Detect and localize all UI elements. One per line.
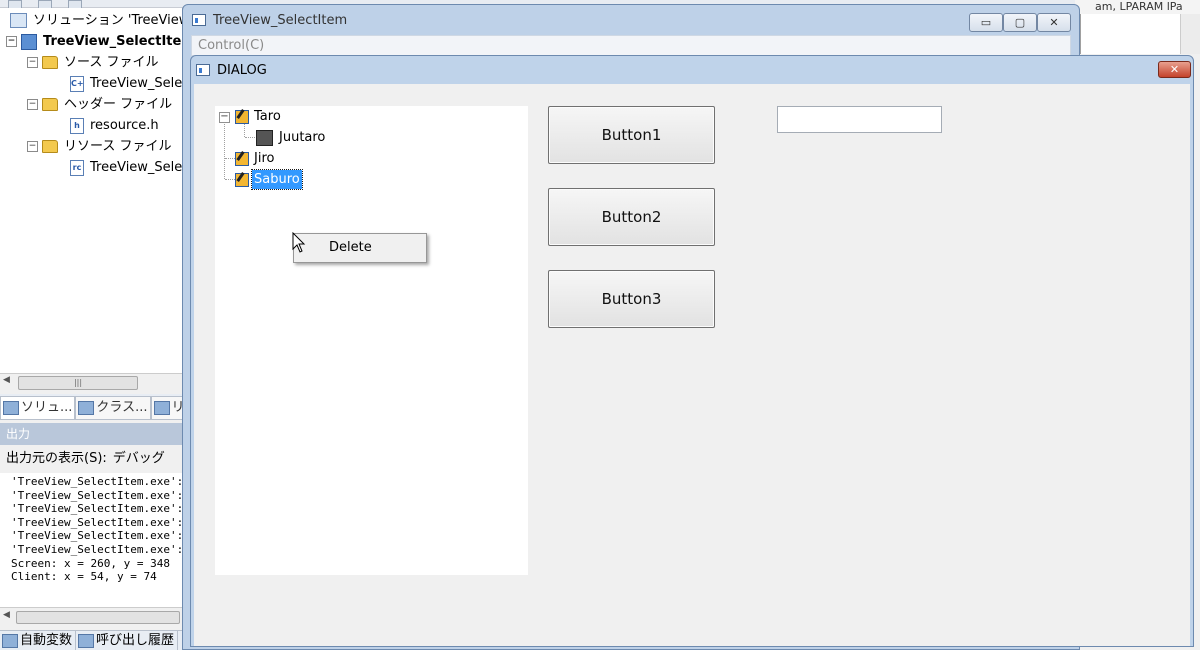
output-line: 'TreeView_SelectItem.exe': bbox=[11, 529, 183, 543]
folder-icon bbox=[42, 98, 58, 111]
button-2[interactable]: Button2 bbox=[548, 188, 715, 246]
output-line: 'TreeView_SelectItem.exe': bbox=[11, 515, 183, 529]
code-editor-header: am, LPARAM lPa bbox=[1075, 0, 1200, 14]
tree-view[interactable]: − Taro Juutaro Jiro Saburo Delete bbox=[215, 106, 528, 575]
output-line: Client: x = 54, y = 74 bbox=[11, 570, 157, 584]
solution-icon bbox=[10, 13, 27, 28]
dialog-window: DIALOG ✕ − Taro Juutaro Jiro Saburo Dele… bbox=[190, 55, 1194, 647]
solution-explorer-tabs: ソリュ...クラス...リ bbox=[0, 394, 183, 420]
tree-connector-line bbox=[225, 179, 235, 180]
pencil-icon bbox=[235, 109, 249, 124]
call-stack-tab-icon bbox=[78, 633, 95, 648]
solution-tab-icon bbox=[3, 400, 19, 415]
resource-file-item[interactable]: rc TreeView_Sele bbox=[70, 158, 182, 178]
resource-tab-icon bbox=[153, 400, 170, 415]
class-tab-icon bbox=[78, 400, 95, 415]
menu-bar: Control(C) bbox=[191, 35, 1071, 56]
scroll-left-icon[interactable]: ◀ bbox=[3, 375, 10, 385]
tab-solution[interactable]: ソリュ... bbox=[0, 396, 76, 419]
tree-item-juutaro[interactable]: Juutaro bbox=[256, 128, 327, 147]
source-file-item[interactable]: C+ TreeView_Sele bbox=[70, 74, 182, 94]
tab-resource-view[interactable]: リ bbox=[150, 396, 183, 419]
output-line: 'TreeView_SelectItem.exe': bbox=[11, 502, 183, 516]
resource-file-icon: rc bbox=[70, 159, 84, 176]
output-source-select[interactable]: デバッグ bbox=[113, 445, 165, 473]
scroll-left-icon[interactable]: ◀ bbox=[3, 610, 10, 620]
menu-control[interactable]: Control(C) bbox=[198, 37, 264, 55]
dialog-client-area: − Taro Juutaro Jiro Saburo Delete Button… bbox=[194, 84, 1190, 646]
tree-item-taro[interactable]: Taro bbox=[235, 107, 283, 126]
output-hscrollbar[interactable]: ◀ bbox=[0, 607, 183, 625]
output-line: 'TreeView_SelectItem.exe': bbox=[11, 475, 183, 488]
solution-explorer-hscrollbar[interactable]: ◀ ||| bbox=[0, 373, 183, 390]
window-icon bbox=[196, 64, 210, 76]
scrollbar-thumb[interactable] bbox=[16, 611, 180, 624]
tree-item-saburo[interactable]: Saburo bbox=[235, 169, 303, 190]
folder-icon bbox=[42, 56, 58, 69]
cpp-file-icon: C+ bbox=[70, 75, 84, 92]
autos-tab-icon bbox=[2, 633, 18, 648]
output-line: 'TreeView_SelectItem.exe': bbox=[11, 542, 183, 556]
output-text[interactable]: 'TreeView_SelectItem.exe': 'TreeView_Sele… bbox=[0, 473, 183, 607]
collapse-icon[interactable]: − bbox=[27, 141, 38, 152]
tab-class-view[interactable]: クラス... bbox=[75, 396, 151, 419]
header-file-icon: h bbox=[70, 117, 84, 134]
collapse-icon[interactable]: − bbox=[219, 112, 230, 123]
output-source-label: 出力元の表示(S): bbox=[6, 451, 107, 466]
code-editor-scrollbar[interactable] bbox=[1180, 14, 1200, 54]
pencil-icon bbox=[235, 172, 249, 187]
scrollbar-thumb[interactable]: ||| bbox=[18, 376, 138, 390]
tree-connector-line bbox=[224, 121, 225, 179]
output-line: Screen: x = 260, y = 348 bbox=[11, 556, 170, 570]
resource-files-folder[interactable]: − リソース ファイル bbox=[27, 137, 171, 157]
pencil-icon bbox=[235, 151, 249, 166]
tab-autos[interactable]: 自動変数 bbox=[0, 631, 77, 650]
output-panel-title: 出力 bbox=[0, 423, 183, 445]
context-menu-delete[interactable]: Delete bbox=[296, 237, 424, 259]
source-files-folder[interactable]: − ソース ファイル bbox=[27, 53, 158, 73]
solution-node[interactable]: ソリューション 'TreeView bbox=[10, 11, 182, 31]
dialog-close-button[interactable]: ✕ bbox=[1158, 61, 1191, 78]
main-window-title: TreeView_SelectItem bbox=[213, 13, 348, 28]
collapse-icon[interactable]: − bbox=[6, 36, 17, 47]
minimize-button[interactable]: ▭ bbox=[969, 13, 1003, 32]
button-3[interactable]: Button3 bbox=[548, 270, 715, 328]
mouse-cursor-icon bbox=[292, 232, 306, 253]
project-icon bbox=[21, 33, 37, 50]
project-node[interactable]: − TreeView_SelectIte bbox=[6, 32, 181, 52]
text-input[interactable] bbox=[777, 106, 942, 133]
output-line: 'TreeView_SelectItem.exe': bbox=[11, 488, 183, 502]
debug-tabs: 自動変数 呼び出し履歴 bbox=[0, 630, 200, 650]
tree-connector-line bbox=[225, 158, 235, 159]
header-file-item[interactable]: h resource.h bbox=[70, 116, 159, 136]
window-icon bbox=[192, 14, 206, 26]
tree-item-jiro[interactable]: Jiro bbox=[235, 149, 276, 168]
output-toolbar: 出力元の表示(S): デバッグ bbox=[0, 445, 183, 473]
dialog-title: DIALOG bbox=[217, 63, 267, 78]
collapse-icon[interactable]: − bbox=[27, 57, 38, 68]
photo-icon bbox=[256, 129, 273, 146]
collapse-icon[interactable]: − bbox=[27, 99, 38, 110]
button-1[interactable]: Button1 bbox=[548, 106, 715, 164]
tree-connector-line bbox=[245, 137, 255, 138]
context-menu: Delete bbox=[293, 233, 427, 263]
tab-call-stack[interactable]: 呼び出し履歴 bbox=[76, 631, 179, 650]
close-button[interactable]: ✕ bbox=[1037, 13, 1071, 32]
solution-explorer: ソリューション 'TreeView − TreeView_SelectIte − ソ… bbox=[0, 8, 183, 373]
header-files-folder[interactable]: − ヘッダー ファイル bbox=[27, 95, 172, 115]
folder-icon bbox=[42, 140, 58, 153]
maximize-button[interactable]: ▢ bbox=[1003, 13, 1037, 32]
